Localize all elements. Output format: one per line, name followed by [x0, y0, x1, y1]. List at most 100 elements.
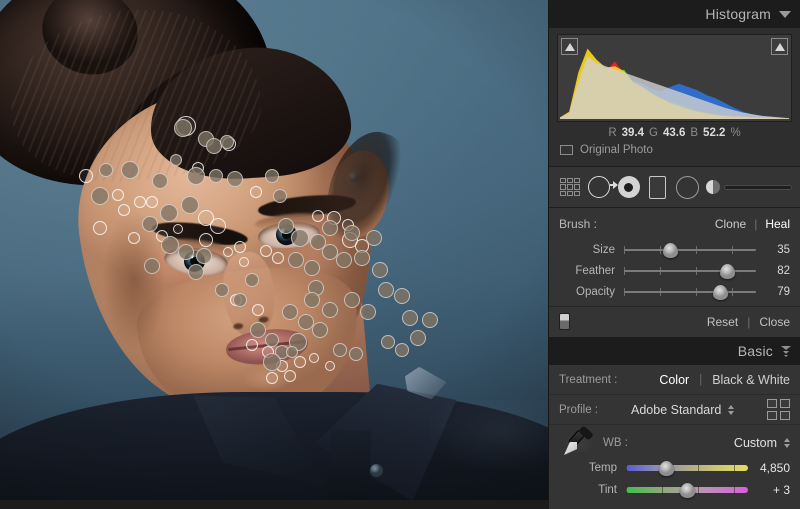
image-canvas[interactable] [0, 0, 548, 500]
shadow-clipping-triangle-icon[interactable] [561, 38, 578, 55]
spot-source-circle[interactable] [325, 361, 335, 371]
treatment-color-button[interactable]: Color [659, 373, 689, 387]
spot-source-circle[interactable] [173, 224, 183, 234]
wb-value[interactable]: Custom [734, 436, 777, 450]
spot-destination-circle[interactable] [160, 204, 178, 222]
slider-track[interactable] [626, 483, 748, 498]
amount-slider-track[interactable] [724, 184, 793, 190]
spot-destination-circle[interactable] [174, 119, 192, 137]
spot-source-circle[interactable] [199, 233, 213, 247]
tool-overlay-toggle-icon[interactable] [559, 313, 570, 330]
right-develop-panel[interactable]: Histogram R 39.4 G 43.6 B 52.2 % Origina… [548, 0, 800, 509]
spot-destination-circle[interactable] [142, 216, 158, 232]
reset-button[interactable]: Reset [707, 315, 738, 329]
spot-source-circle[interactable] [234, 241, 246, 253]
spot-source-circle[interactable] [312, 210, 324, 222]
spot-source-circle[interactable] [309, 353, 319, 363]
spot-destination-circle[interactable] [336, 252, 352, 268]
brush-slider-feather[interactable]: Feather 82 [559, 260, 790, 281]
clone-mode-button[interactable]: Clone [715, 217, 746, 231]
red-eye-correction-tool[interactable] [616, 172, 641, 202]
spot-destination-circle[interactable] [187, 167, 205, 185]
spot-source-circle[interactable] [284, 370, 296, 382]
treatment-bw-button[interactable]: Black & White [712, 373, 790, 387]
spot-destination-circle[interactable] [178, 244, 194, 260]
spot-destination-circle[interactable] [227, 171, 243, 187]
basic-slider-tint[interactable]: Tint + 3 [559, 479, 790, 501]
slider-track[interactable] [624, 263, 756, 279]
spot-destination-circle[interactable] [349, 347, 363, 361]
spot-destination-circle[interactable] [263, 353, 281, 371]
spot-source-circle[interactable] [266, 372, 278, 384]
develop-tool-strip[interactable] [549, 166, 800, 208]
spot-source-circle[interactable] [272, 252, 284, 264]
spot-destination-circle[interactable] [395, 343, 409, 357]
spot-destination-circle[interactable] [91, 187, 109, 205]
brush-slider-size[interactable]: Size 35 [559, 239, 790, 260]
heal-mode-button[interactable]: Heal [765, 217, 790, 231]
spot-destination-circle[interactable] [288, 252, 304, 268]
slider-knob[interactable] [719, 263, 735, 279]
spot-destination-circle[interactable] [99, 163, 113, 177]
basic-slider-temp[interactable]: Temp 4,850 [559, 457, 790, 479]
spot-destination-circle[interactable] [181, 196, 199, 214]
spot-destination-circle[interactable] [196, 248, 212, 264]
spot-destination-circle[interactable] [366, 230, 382, 246]
spot-destination-circle[interactable] [381, 335, 395, 349]
slider-track[interactable] [624, 284, 756, 300]
spot-destination-circle[interactable] [233, 293, 247, 307]
spot-destination-circle[interactable] [372, 262, 388, 278]
photo-preview[interactable] [0, 0, 548, 500]
spot-source-circle[interactable] [260, 245, 272, 257]
spot-destination-circle[interactable] [265, 333, 279, 347]
spot-source-circle[interactable] [118, 204, 130, 216]
spot-destination-circle[interactable] [304, 292, 320, 308]
spot-destination-circle[interactable] [344, 225, 360, 241]
slider-knob[interactable] [680, 483, 695, 498]
spot-destination-circle[interactable] [422, 312, 438, 328]
spot-source-circle[interactable] [210, 218, 226, 234]
spot-destination-circle[interactable] [322, 302, 338, 318]
brush-slider-opacity[interactable]: Opacity 79 [559, 281, 790, 302]
spot-source-circle[interactable] [239, 257, 249, 267]
spot-destination-circle[interactable] [273, 189, 287, 203]
spot-destination-circle[interactable] [209, 169, 223, 183]
spot-destination-circle[interactable] [170, 154, 182, 166]
spot-destination-circle[interactable] [265, 169, 279, 183]
original-photo-toggle[interactable]: Original Photo [557, 142, 792, 162]
spot-destination-circle[interactable] [250, 322, 266, 338]
spot-source-circle[interactable] [79, 169, 93, 183]
up-down-stepper-icon[interactable] [728, 404, 735, 415]
spot-destination-circle[interactable] [344, 292, 360, 308]
profile-grid-icon[interactable] [767, 399, 790, 420]
triple-triangle-icon[interactable] [781, 345, 791, 357]
spot-destination-circle[interactable] [121, 161, 139, 179]
spot-destination-circle[interactable] [245, 273, 259, 287]
spot-destination-circle[interactable] [354, 250, 370, 266]
spot-source-circle[interactable] [93, 221, 107, 235]
spot-destination-circle[interactable] [312, 322, 328, 338]
basic-section-header[interactable]: Basic [549, 337, 800, 365]
spot-source-circle[interactable] [112, 189, 124, 201]
close-button[interactable]: Close [759, 315, 790, 329]
crop-overlay-tool[interactable] [557, 172, 582, 202]
spot-destination-circle[interactable] [144, 258, 160, 274]
radial-filter-tool[interactable] [675, 172, 700, 202]
slider-track[interactable] [626, 461, 748, 476]
slider-track[interactable] [624, 242, 756, 258]
spot-source-circle[interactable] [134, 196, 146, 208]
spot-source-circle[interactable] [250, 186, 262, 198]
spot-destination-circle[interactable] [286, 346, 298, 358]
profile-value[interactable]: Adobe Standard [631, 403, 721, 417]
spot-destination-circle[interactable] [152, 173, 168, 189]
spot-source-circle[interactable] [146, 196, 158, 208]
graduated-filter-tool[interactable] [645, 172, 670, 202]
spot-destination-circle[interactable] [278, 218, 294, 234]
highlight-clipping-triangle-icon[interactable] [771, 38, 788, 55]
amount-slider[interactable] [706, 180, 793, 194]
spot-destination-circle[interactable] [188, 264, 204, 280]
spot-destination-circle[interactable] [360, 304, 376, 320]
spot-destination-circle[interactable] [378, 282, 394, 298]
histogram-section-header[interactable]: Histogram [549, 0, 800, 28]
slider-knob[interactable] [659, 461, 675, 476]
